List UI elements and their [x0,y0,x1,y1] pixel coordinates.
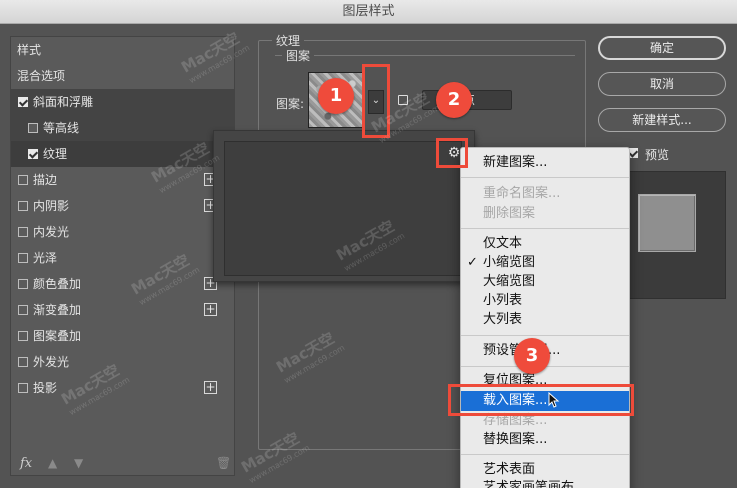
checkmark-icon: ✓ [467,255,478,270]
contour-checkbox[interactable] [28,123,38,133]
style-item-gradient-overlay[interactable]: 渐变叠加 + [11,297,234,323]
menu-separator [461,177,629,178]
cancel-button[interactable]: 取消 [598,72,726,96]
pattern-options-menu: 新建图案... 重命名图案... 删除图案 仅文本 ✓ 小缩览图 大缩览图 小列… [460,147,630,488]
style-item-label: 图案叠加 [33,329,82,343]
add-gradient-overlay-icon[interactable]: + [204,303,217,316]
new-style-button[interactable]: 新建样式... [598,108,726,132]
style-item-label: 光泽 [33,251,58,265]
drop-shadow-checkbox[interactable] [18,383,28,393]
menu-item-delete-pattern[interactable]: 删除图案 [461,204,629,224]
menu-item-text-only[interactable]: 仅文本 [461,234,629,254]
bevel-emboss-checkbox[interactable] [18,97,28,107]
style-item-label: 斜面和浮雕 [33,95,94,109]
style-item-pattern-overlay[interactable]: 图案叠加 [11,323,234,349]
inner-glow-checkbox[interactable] [18,227,28,237]
menu-item-new-pattern[interactable]: 新建图案... [461,153,629,173]
menu-separator [461,335,629,336]
texture-checkbox[interactable] [28,149,38,159]
menu-item-artist-brushes-canvas[interactable]: 艺术家画笔画布 [461,478,629,488]
satin-checkbox[interactable] [18,253,28,263]
add-drop-shadow-icon[interactable]: + [204,381,217,394]
color-overlay-checkbox[interactable] [18,279,28,289]
style-item-label: 渐变叠加 [33,303,82,317]
callout-box-load-patterns [448,384,634,416]
callout-box-gear [436,138,468,168]
window-title: 图层样式 [0,0,737,24]
fx-icon[interactable]: fx [20,456,32,471]
style-list-panel: 样式 混合选项 斜面和浮雕 等高线 纹理 描边 + 内阴影 + 内发光 光泽 颜… [10,36,235,476]
callout-badge-3: 3 [514,338,550,374]
gradient-overlay-checkbox[interactable] [18,305,28,315]
style-list-footer: fx ▲ ▼ 🗑 [10,454,235,476]
style-item-color-overlay[interactable]: 颜色叠加 + [11,271,234,297]
pattern-group-divider [275,55,575,56]
style-item-inner-glow[interactable]: 内发光 [11,219,234,245]
move-up-icon[interactable]: ▲ [48,456,57,470]
menu-item-replace-patterns[interactable]: 替换图案... [461,430,629,450]
pattern-group-title: 图案 [282,47,315,64]
style-item-label: 投影 [33,381,58,395]
outer-glow-checkbox[interactable] [18,357,28,367]
menu-item-large-thumbnail[interactable]: 大缩览图 [461,272,629,292]
menu-item-small-thumbnail[interactable]: ✓ 小缩览图 [461,253,629,273]
pattern-label: 图案: [276,97,305,111]
preview-label: 预览 [645,148,670,162]
style-item-label: 颜色叠加 [33,277,82,291]
ok-button[interactable]: 确定 [598,36,726,60]
menu-item-rename-pattern[interactable]: 重命名图案... [461,184,629,204]
style-item-label: 描边 [33,173,58,187]
style-item-label: 外发光 [33,355,70,369]
menu-separator [461,228,629,229]
style-item-label: 内阴影 [33,199,70,213]
menu-item-artist-surfaces[interactable]: 艺术表面 [461,460,629,480]
menu-item-label: 小缩览图 [483,255,536,270]
menu-separator [461,454,629,455]
style-item-label: 内发光 [33,225,70,239]
style-item-label: 等高线 [43,121,80,135]
menu-item-small-list[interactable]: 小列表 [461,291,629,311]
callout-badge-1: 1 [318,78,354,114]
inner-shadow-checkbox[interactable] [18,201,28,211]
callout-badge-2: 2 [436,82,472,118]
style-item-satin[interactable]: 光泽 [11,245,234,271]
trash-icon[interactable]: 🗑 [216,456,231,470]
pattern-overlay-checkbox[interactable] [18,331,28,341]
style-item-inner-shadow[interactable]: 内阴影 + [11,193,234,219]
preview-swatch [638,194,696,252]
move-down-icon[interactable]: ▼ [74,456,83,470]
style-item-label: 纹理 [43,147,68,161]
stroke-checkbox[interactable] [18,175,28,185]
menu-item-large-list[interactable]: 大列表 [461,310,629,330]
style-item-bevel-emboss[interactable]: 斜面和浮雕 [11,89,234,115]
